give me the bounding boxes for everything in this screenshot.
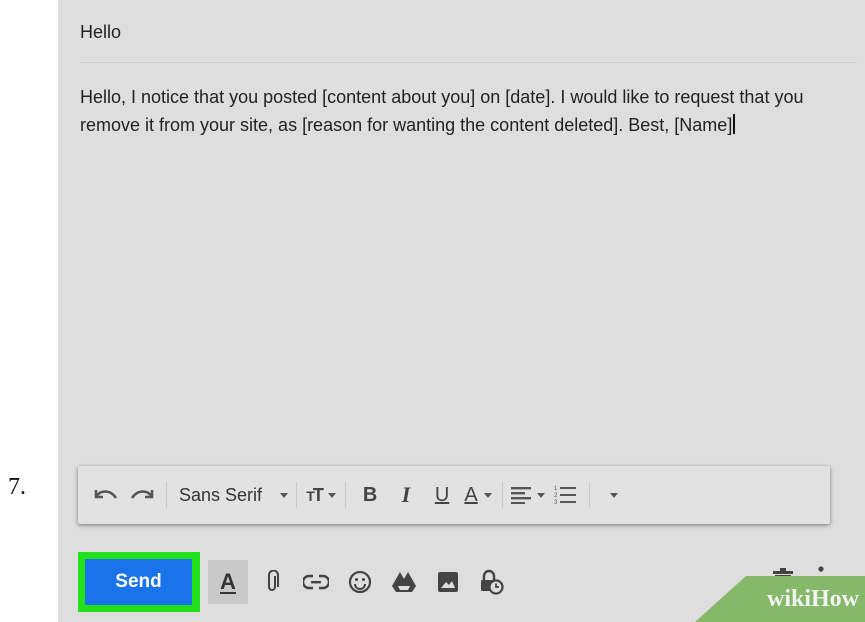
numbered-list-icon: 123 bbox=[554, 484, 577, 506]
formatting-options-icon: A bbox=[220, 569, 236, 594]
chevron-down-icon bbox=[327, 492, 336, 498]
confidential-icon bbox=[480, 569, 504, 595]
toolbar-divider bbox=[345, 482, 347, 508]
drive-button[interactable] bbox=[384, 560, 424, 604]
text-cursor bbox=[733, 113, 736, 134]
align-icon bbox=[511, 486, 532, 504]
align-button[interactable] bbox=[511, 477, 546, 513]
toolbar-divider bbox=[589, 482, 591, 508]
confidential-mode-button[interactable] bbox=[472, 560, 512, 604]
toolbar-divider bbox=[502, 482, 504, 508]
chevron-down-icon bbox=[483, 492, 492, 498]
font-family-label: Sans Serif bbox=[179, 484, 263, 505]
watermark-text: wikiHow bbox=[767, 586, 859, 613]
text-color-icon: A bbox=[464, 483, 478, 506]
compose-window: Hello Hello, I notice that you posted [c… bbox=[58, 0, 865, 622]
redo-icon bbox=[129, 486, 155, 504]
toolbar-divider bbox=[296, 482, 298, 508]
formatting-options-button[interactable]: A bbox=[208, 560, 248, 604]
toolbar-divider bbox=[166, 482, 167, 508]
watermark-how: How bbox=[811, 585, 859, 612]
underline-button[interactable]: U bbox=[426, 477, 458, 513]
more-formatting-button[interactable] bbox=[598, 477, 630, 513]
formatting-toolbar: Sans Serif TT B I U A 1 2 3 bbox=[78, 466, 830, 524]
svg-text:2: 2 bbox=[554, 493, 558, 499]
chevron-down-icon bbox=[537, 492, 546, 498]
insert-photo-button[interactable] bbox=[428, 560, 468, 604]
font-size-button[interactable]: TT bbox=[305, 477, 337, 513]
attach-button[interactable] bbox=[252, 560, 292, 604]
emoji-icon bbox=[348, 570, 372, 594]
watermark-wiki: wiki bbox=[766, 585, 811, 612]
compose-actions: A bbox=[208, 560, 516, 604]
drive-icon bbox=[392, 571, 416, 593]
chevron-down-icon bbox=[280, 492, 289, 498]
undo-button[interactable] bbox=[90, 477, 122, 513]
underline-icon: U bbox=[434, 483, 450, 506]
photo-icon bbox=[437, 571, 459, 593]
svg-text:3: 3 bbox=[554, 500, 558, 506]
svg-text:1: 1 bbox=[554, 486, 558, 492]
italic-icon: I bbox=[401, 482, 411, 507]
message-body-text: Hello, I notice that you posted [content… bbox=[80, 87, 804, 135]
emoji-button[interactable] bbox=[340, 560, 380, 604]
message-body[interactable]: Hello, I notice that you posted [content… bbox=[80, 84, 815, 139]
redo-button[interactable] bbox=[126, 477, 158, 513]
insert-link-button[interactable] bbox=[296, 560, 336, 604]
attach-icon bbox=[265, 570, 279, 594]
link-icon bbox=[303, 574, 329, 590]
step-number: 7. bbox=[8, 474, 26, 500]
italic-button[interactable]: I bbox=[390, 477, 422, 513]
undo-icon bbox=[93, 486, 119, 504]
numbered-list-button[interactable]: 123 bbox=[549, 477, 581, 513]
bold-icon: B bbox=[362, 483, 378, 506]
text-color-button[interactable]: A bbox=[462, 477, 494, 513]
bold-button[interactable]: B bbox=[354, 477, 386, 513]
more-formatting-icon bbox=[610, 492, 619, 498]
font-family-select[interactable]: Sans Serif bbox=[175, 477, 289, 513]
send-button[interactable]: Send bbox=[85, 559, 192, 605]
subject-field[interactable]: Hello bbox=[80, 22, 857, 63]
font-size-icon: TT bbox=[306, 484, 324, 505]
